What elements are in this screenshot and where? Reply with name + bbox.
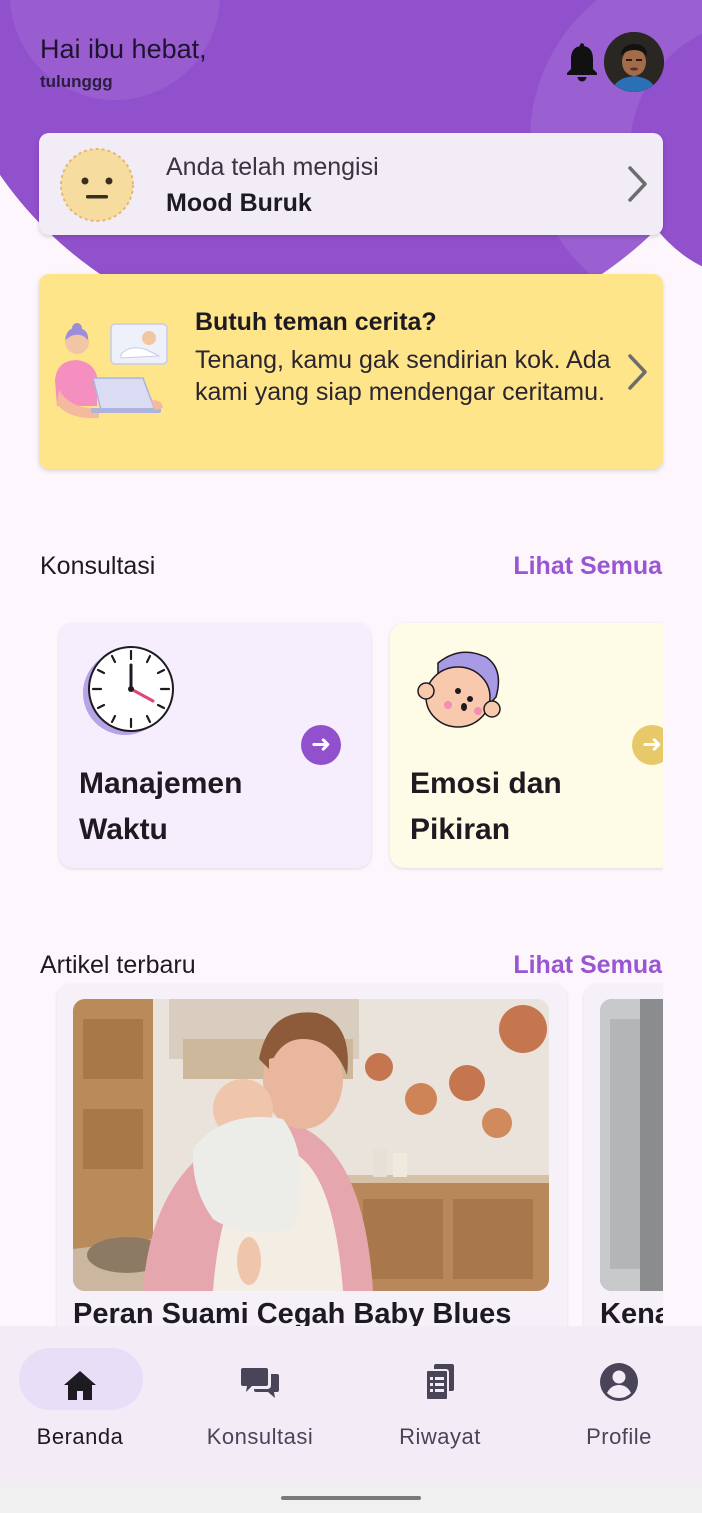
chevron-right-icon [628,354,647,390]
nav-item-riwayat[interactable]: Riwayat [355,1348,525,1449]
bottom-navigation: Beranda Konsultasi Riwayat Profile [0,1326,702,1482]
head-thoughts-icon [417,651,501,728]
home-gesture-handle[interactable] [281,1496,421,1500]
consultation-card-time-management[interactable]: ➜ Manajemen Waktu [59,623,371,868]
consultation-card-emotions[interactable]: ➜ Emosi dan Pikiran [390,623,663,868]
story-title: Butuh teman cerita? [195,308,437,336]
mood-caption: Anda telah mengisi [166,153,379,181]
system-navigation-bar [0,1482,702,1513]
mood-value: Mood Buruk [166,189,312,217]
story-body: Tenang, kamu gak sendirian kok. Ada kami… [195,346,611,406]
nav-label: Riwayat [399,1424,481,1449]
nav-label: Konsultasi [206,1424,314,1449]
neutral-face-icon [60,148,134,222]
consultation-card-title: Emosi dan Pikiran [410,767,562,846]
story-card[interactable]: Butuh teman cerita? Tenang, kamu gak sen… [39,274,663,469]
mood-card[interactable]: Anda telah mengisi Mood Buruk [39,133,663,235]
articles-section-title: Artikel terbaru [40,951,196,979]
nav-item-konsultasi[interactable]: Konsultasi [175,1348,345,1449]
article-card[interactable]: Peran Suami Cegah Baby Blues [57,984,567,1344]
nav-item-beranda[interactable]: Beranda [0,1348,165,1449]
video-call-illustration [55,323,168,419]
consultation-see-all-link[interactable]: Lihat Semua [513,552,662,581]
article-image [73,999,549,1291]
nav-label: Beranda [36,1424,124,1449]
bell-icon[interactable] [562,42,602,84]
arrow-right-icon[interactable]: ➜ [632,725,663,765]
arrow-right-icon[interactable]: ➜ [301,725,341,765]
profile-icon [600,1363,638,1401]
nav-item-profile[interactable]: Profile [534,1348,702,1449]
article-image [600,999,663,1291]
chevron-right-icon [628,166,647,202]
username-text: tulunggg [40,72,113,91]
home-icon [64,1371,96,1400]
nav-label: Profile [586,1424,652,1449]
articles-see-all-link[interactable]: Lihat Semua [513,951,662,980]
consultation-section-title: Konsultasi [40,552,156,580]
chat-icon [241,1368,279,1398]
avatar[interactable] [604,32,664,92]
consultation-card-title: Manajemen Waktu [79,767,243,846]
history-icon [425,1364,454,1401]
clock-icon [83,646,174,735]
article-card[interactable]: Kena [584,984,663,1344]
greeting-text: Hai ibu hebat, [40,34,207,64]
